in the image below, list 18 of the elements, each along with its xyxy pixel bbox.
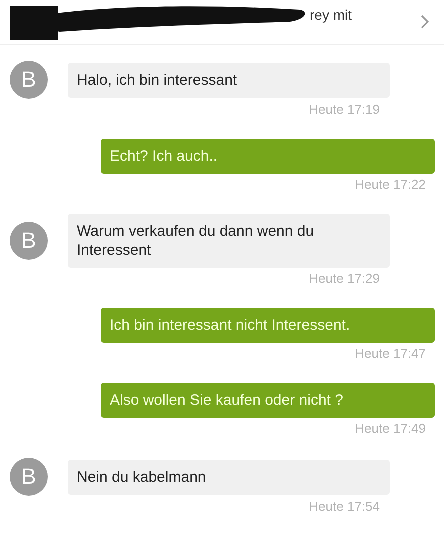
message-bubble: Halo, ich bin interessant (68, 62, 390, 98)
message-bubble: Nein du kabelmann (68, 460, 390, 494)
avatar: B (10, 222, 48, 260)
avatar: B (10, 458, 48, 496)
timestamp: Heute 17:49 (355, 421, 426, 436)
message-bubble: Warum verkaufen du dann wenn du Interessent (68, 214, 390, 268)
avatar: B (10, 61, 48, 99)
timestamp: Heute 17:54 (309, 499, 380, 514)
timestamp: Heute 17:19 (309, 102, 380, 117)
timestamp: Heute 17:22 (355, 177, 426, 192)
chevron-right-icon[interactable] (420, 14, 430, 30)
message-bubble: Echt? Ich auch.. (101, 139, 435, 174)
timestamp: Heute 17:29 (309, 271, 380, 286)
timestamp: Heute 17:47 (355, 346, 426, 361)
listing-title: rey mit (310, 7, 352, 23)
message-bubble: Also wollen Sie kaufen oder nicht ? (101, 383, 435, 418)
header-bar[interactable]: rey mit (0, 0, 444, 45)
message-bubble: Ich bin interessant nicht Interessent. (101, 308, 435, 343)
